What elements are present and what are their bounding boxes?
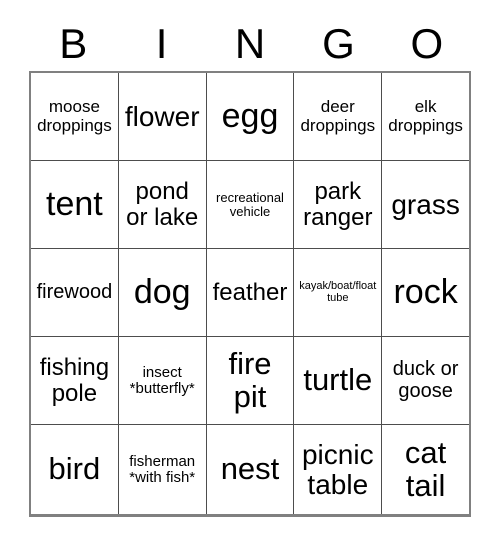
bingo-cell[interactable]: deer droppings (294, 73, 383, 161)
bingo-cell[interactable]: recreational vehicle (206, 161, 295, 249)
bingo-card: B I N G O moose droppings flower egg dee… (29, 16, 471, 517)
bingo-cell[interactable]: firewood (31, 249, 119, 337)
bingo-cell-label: park ranger (303, 178, 373, 231)
header-letter-b: B (59, 19, 88, 67)
bingo-cell[interactable]: elk droppings (382, 73, 469, 161)
bingo-cell-label: kayak/boat/float tube (299, 279, 377, 304)
bingo-cell[interactable]: duck or goose (382, 337, 469, 425)
bingo-cell[interactable]: fisherman *with fish* (119, 425, 207, 514)
bingo-cell[interactable]: tent (31, 161, 119, 249)
bingo-cell-label: duck or goose (392, 358, 459, 402)
bingo-cell-label: egg (221, 97, 279, 136)
bingo-cell[interactable]: fishing pole (31, 337, 119, 425)
bingo-row: bird fisherman *with fish* nest picnic t… (31, 425, 469, 514)
bingo-cell[interactable]: cat tail (382, 425, 469, 514)
bingo-cell[interactable]: pond or lake (118, 161, 207, 249)
bingo-cell[interactable]: dog (118, 249, 207, 337)
bingo-cell[interactable]: picnic table (294, 425, 383, 514)
bingo-cell[interactable]: kayak/boat/float tube (294, 249, 383, 337)
bingo-cell-label: elk droppings (388, 97, 463, 135)
bingo-cell-label: pond or lake (126, 178, 199, 231)
bingo-row: tent pond or lake recreational vehicle p… (31, 161, 469, 249)
bingo-cell[interactable]: flower (118, 73, 207, 161)
bingo-cell-label: grass (391, 188, 460, 220)
bingo-cell[interactable]: nest (207, 425, 295, 514)
bingo-cell-label: dog (133, 273, 191, 312)
bingo-grid: moose droppings flower egg deer dropping… (29, 71, 471, 517)
bingo-cell[interactable]: turtle (294, 337, 383, 425)
header-letter-i: I (155, 19, 168, 67)
bingo-cell-label: cat tail (404, 434, 447, 503)
bingo-cell[interactable]: feather (206, 249, 295, 337)
bingo-cell-label: recreational vehicle (216, 189, 284, 219)
bingo-cell-label: bird (48, 451, 101, 487)
bingo-cell[interactable]: egg (206, 73, 295, 161)
bingo-cell-label: insect *butterfly* (129, 363, 195, 397)
bingo-cell-label: rock (393, 273, 458, 312)
bingo-cell[interactable]: moose droppings (31, 73, 119, 161)
bingo-cell[interactable]: bird (31, 425, 119, 514)
bingo-cell-label: tent (46, 185, 103, 224)
bingo-cell[interactable]: insect *butterfly* (118, 337, 207, 425)
bingo-row: fishing pole insect *butterfly* fire pit… (31, 337, 469, 425)
bingo-cell-label: turtle (303, 362, 373, 398)
bingo-cell-label: deer droppings (300, 97, 376, 135)
bingo-cell[interactable]: park ranger (294, 161, 383, 249)
bingo-cell-label: picnic table (301, 438, 374, 500)
bingo-row: moose droppings flower egg deer dropping… (31, 73, 469, 161)
bingo-cell[interactable]: fire pit (206, 337, 295, 425)
bingo-cell-label: moose droppings (37, 97, 112, 135)
bingo-cell-label: firewood (36, 280, 113, 303)
header-letter-n: N (234, 19, 266, 67)
bingo-row: firewood dog feather kayak/boat/float tu… (31, 249, 469, 337)
bingo-cell[interactable]: grass (382, 161, 469, 249)
bingo-cell-label: fisherman *with fish* (129, 452, 196, 486)
header-letter-g: G (322, 19, 355, 67)
bingo-cell-label: nest (220, 451, 280, 487)
bingo-cell-label: fishing pole (39, 354, 110, 407)
header-letter-o: O (410, 19, 444, 67)
bingo-cell-label: fire pit (228, 345, 272, 414)
bingo-header: B I N G O (29, 16, 471, 71)
bingo-cell[interactable]: rock (382, 249, 469, 337)
bingo-cell-label: feather (212, 278, 288, 306)
bingo-cell-label: flower (124, 100, 200, 132)
